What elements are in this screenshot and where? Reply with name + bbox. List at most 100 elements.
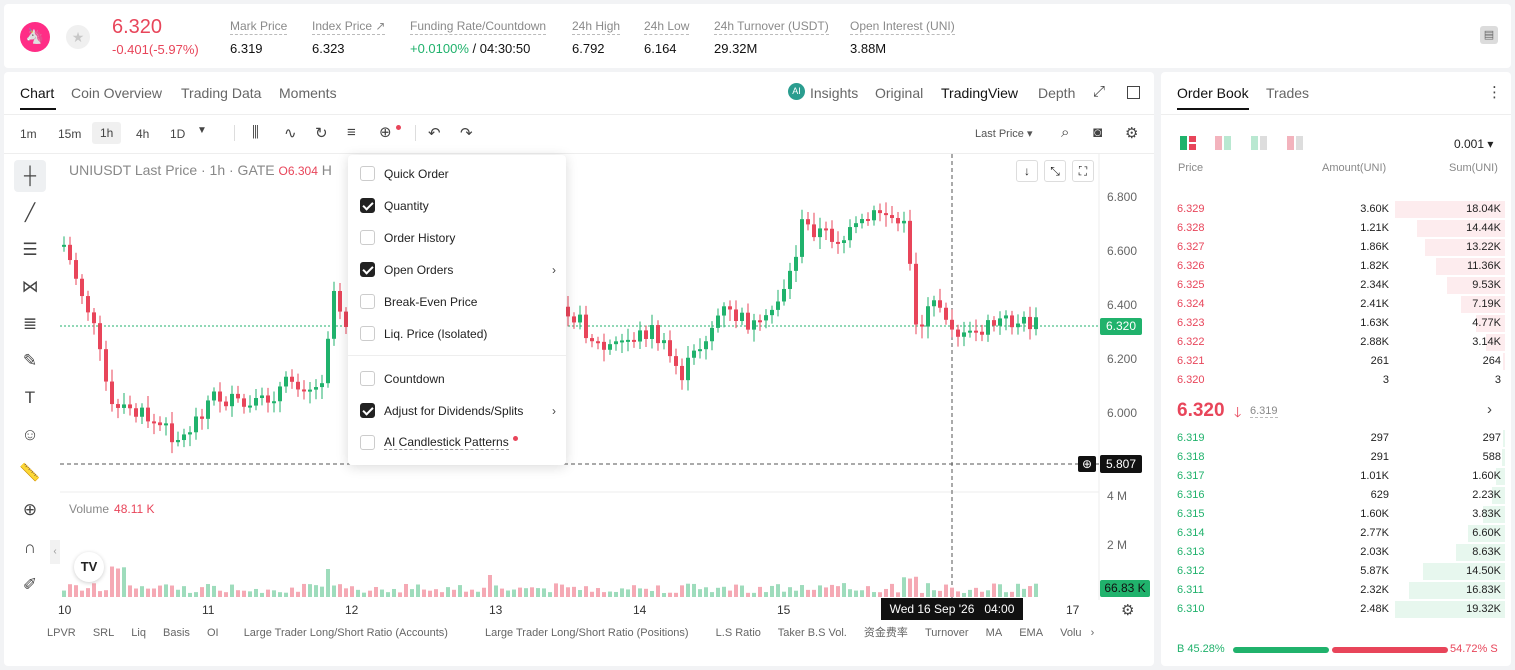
volume-bar: [992, 583, 996, 597]
ask-row[interactable]: 6.329 3.60K 18.04K: [1170, 200, 1505, 219]
menu-order-history[interactable]: Order History: [360, 230, 455, 245]
ask-row[interactable]: 6.322 2.88K 3.14K: [1170, 333, 1505, 352]
settings-icon[interactable]: ⚙: [1121, 601, 1134, 619]
volume-bar: [1034, 583, 1038, 597]
candle: [992, 320, 996, 326]
crosshair-time-tag: Wed 16 Sep '26 04:00: [881, 598, 1023, 620]
ask-row[interactable]: 6.321 261 264: [1170, 352, 1505, 371]
checkbox[interactable]: [360, 326, 375, 341]
menu-quantity[interactable]: Quantity: [360, 198, 429, 213]
volume-bar: [140, 586, 144, 597]
checkbox[interactable]: [360, 230, 375, 245]
bid-row[interactable]: 6.318 291 588: [1170, 448, 1505, 467]
ask-row[interactable]: 6.326 1.82K 11.36K: [1170, 257, 1505, 276]
candle: [908, 220, 912, 264]
bid-row[interactable]: 6.312 5.87K 14.50K: [1170, 562, 1505, 581]
volume-bar: [776, 584, 780, 597]
ind-volume[interactable]: Volu: [1060, 627, 1081, 639]
ask-row[interactable]: 6.320 3 3: [1170, 371, 1505, 390]
price-cell: 6.314: [1177, 527, 1205, 539]
menu-quick-order[interactable]: Quick Order: [360, 166, 449, 181]
view-asks-icon[interactable]: [1215, 136, 1231, 150]
volume-bar: [200, 587, 204, 597]
volume-bar: [782, 591, 786, 597]
precision-select[interactable]: 0.001 ▾: [1454, 137, 1493, 151]
volume-bar: [458, 585, 462, 597]
candle: [206, 400, 210, 419]
ind-ma[interactable]: MA: [986, 627, 1003, 639]
view-sells-icon[interactable]: [1287, 136, 1303, 150]
view-bids-icon[interactable]: [1251, 136, 1267, 150]
menu-adjust-dividends[interactable]: Adjust for Dividends/Splits ›: [360, 403, 556, 418]
scroll-down-icon[interactable]: ↓: [1016, 160, 1038, 182]
bid-row[interactable]: 6.317 1.01K 1.60K: [1170, 467, 1505, 486]
volume-bar: [602, 592, 606, 597]
bid-row[interactable]: 6.316 629 2.23K: [1170, 486, 1505, 505]
bid-row[interactable]: 6.310 2.48K 19.32K: [1170, 600, 1505, 619]
ask-row[interactable]: 6.324 2.41K 7.19K: [1170, 295, 1505, 314]
fullscreen-icon[interactable]: ⛶: [1072, 160, 1094, 182]
volume-bar: [518, 587, 522, 597]
x-tick: 14: [633, 603, 647, 617]
candle: [122, 404, 126, 408]
more-options-icon[interactable]: ⋮: [1487, 83, 1502, 101]
chevron-right-icon[interactable]: ›: [1091, 627, 1095, 639]
price-cell: 6.312: [1177, 565, 1205, 577]
bid-row[interactable]: 6.313 2.03K 8.63K: [1170, 543, 1505, 562]
ind-ls-ratio[interactable]: L.S Ratio: [716, 627, 761, 639]
volume-bar: [572, 586, 576, 597]
ind-lt-accounts[interactable]: Large Trader Long/Short Ratio (Accounts): [244, 627, 448, 639]
ind-turnover[interactable]: Turnover: [925, 627, 969, 639]
x-tick: 15: [777, 603, 791, 617]
menu-open-orders[interactable]: Open Orders ›: [360, 262, 556, 277]
ask-row[interactable]: 6.325 2.34K 9.53K: [1170, 276, 1505, 295]
volume-bar: [476, 591, 480, 597]
checkbox-checked[interactable]: [360, 198, 375, 213]
checkbox[interactable]: [360, 166, 375, 181]
ind-funding-rate[interactable]: 资金费率: [864, 627, 908, 639]
menu-ai-candlestick[interactable]: AI Candlestick Patterns: [360, 435, 518, 450]
chevron-right-icon[interactable]: ›: [1487, 401, 1492, 418]
checkbox-checked[interactable]: [360, 262, 375, 277]
ind-lt-positions[interactable]: Large Trader Long/Short Ratio (Positions…: [485, 627, 689, 639]
collapse-icon[interactable]: ⤡: [1044, 160, 1066, 182]
bid-row[interactable]: 6.314 2.77K 6.60K: [1170, 524, 1505, 543]
sum-cell: 11.36K: [1466, 260, 1501, 272]
ind-oi[interactable]: OI: [207, 627, 219, 639]
checkbox[interactable]: [360, 371, 375, 386]
menu-countdown[interactable]: Countdown: [360, 371, 445, 386]
depth-bar: [1503, 353, 1505, 370]
divider: [1161, 114, 1511, 115]
ind-srl[interactable]: SRL: [93, 627, 114, 639]
tab-trades[interactable]: Trades: [1266, 85, 1309, 101]
checkbox[interactable]: [360, 294, 375, 309]
bid-row[interactable]: 6.311 2.32K 16.83K: [1170, 581, 1505, 600]
ind-ema[interactable]: EMA: [1019, 627, 1043, 639]
ind-liq[interactable]: Liq: [131, 627, 146, 639]
bid-row[interactable]: 6.315 1.60K 3.83K: [1170, 505, 1505, 524]
volume-bar: [818, 585, 822, 597]
sum-cell: 16.83K: [1466, 584, 1501, 596]
volume-bar: [986, 590, 990, 597]
add-alert-icon[interactable]: ⊕: [1078, 456, 1096, 472]
ind-basis[interactable]: Basis: [163, 627, 190, 639]
depth-bar: [1501, 449, 1505, 466]
ask-row[interactable]: 6.327 1.86K 13.22K: [1170, 238, 1505, 257]
sum-cell: 7.19K: [1472, 298, 1501, 310]
bid-row[interactable]: 6.319 297 297: [1170, 429, 1505, 448]
ind-taker-vol[interactable]: Taker B.S Vol.: [778, 627, 847, 639]
volume-bar: [632, 585, 636, 597]
checkbox[interactable]: [360, 435, 375, 450]
ask-row[interactable]: 6.323 1.63K 4.77K: [1170, 314, 1505, 333]
menu-liq-price[interactable]: Liq. Price (Isolated): [360, 326, 487, 341]
view-both-icon[interactable]: [1180, 136, 1196, 150]
ask-row[interactable]: 6.328 1.21K 14.44K: [1170, 219, 1505, 238]
ind-lpvr[interactable]: LPVR: [47, 627, 76, 639]
volume-bar: [410, 589, 414, 597]
price-cell: 6.328: [1177, 222, 1205, 234]
checkbox-checked[interactable]: [360, 403, 375, 418]
volume-bar: [362, 592, 366, 597]
menu-break-even-price[interactable]: Break-Even Price: [360, 294, 477, 309]
tab-order-book[interactable]: Order Book: [1177, 85, 1249, 101]
volume-bar: [158, 585, 162, 597]
